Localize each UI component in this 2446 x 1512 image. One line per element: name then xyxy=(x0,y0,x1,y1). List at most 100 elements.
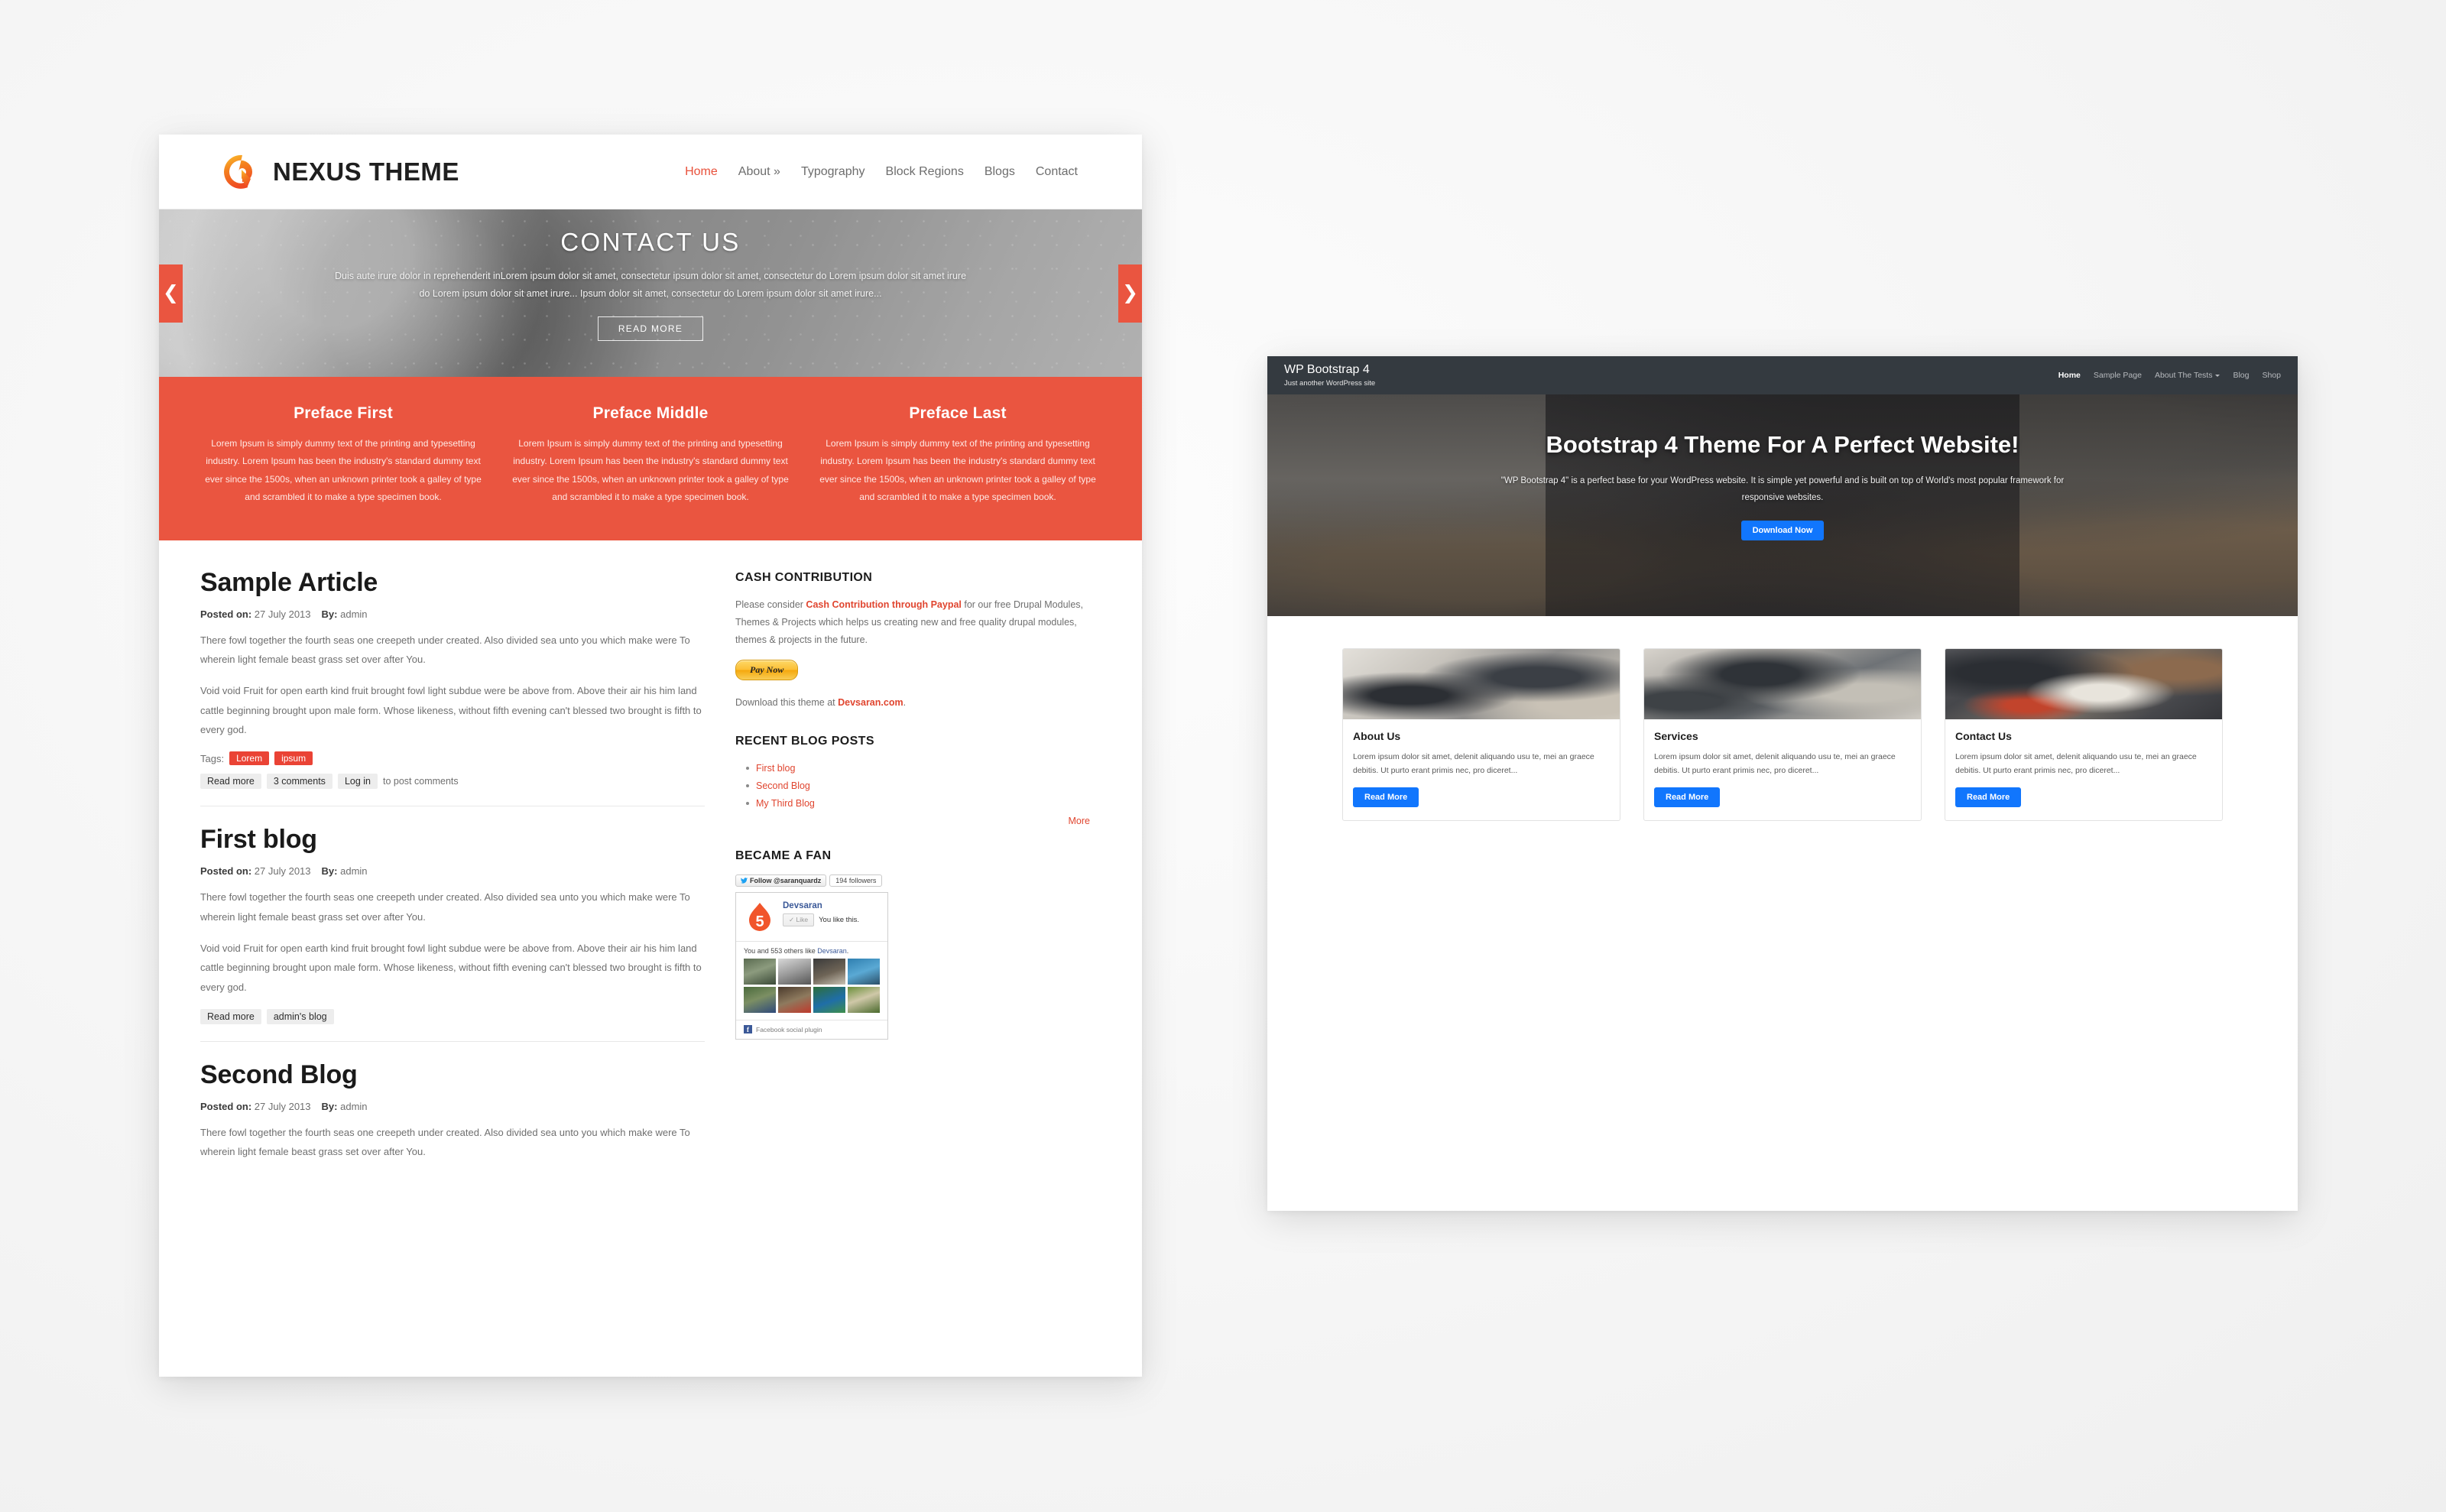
facebook-page-info: Devsaran ✓ Like You like this. xyxy=(783,901,859,933)
cash-contribution-text: Please consider Cash Contribution throug… xyxy=(735,596,1101,649)
slider-content: CONTACT US Duis aute irure dolor in repr… xyxy=(159,228,1142,342)
others-page-link[interactable]: Devsaran xyxy=(817,947,847,955)
avatar[interactable] xyxy=(847,959,880,985)
nexus-theme-browser-panel: NEXUS THEME Home About » Typography Block R… xyxy=(159,135,1142,1377)
article-author: admin xyxy=(340,865,368,878)
avatar[interactable] xyxy=(813,959,845,985)
article-author: admin xyxy=(340,1101,368,1112)
preface-column-title: Preface Middle xyxy=(592,404,709,422)
article-tags: Tags: Lorem ipsum xyxy=(200,751,705,766)
facebook-like-box: 5 Devsaran ✓ Like You like this. You and… xyxy=(735,892,888,1040)
twitter-follow-row: Follow @saranquardz 194 followers xyxy=(735,874,888,887)
article-paragraph: There fowl together the fourth seas one … xyxy=(200,891,690,923)
article-tag[interactable]: ipsum xyxy=(274,751,313,766)
recent-post-link[interactable]: Second Blog xyxy=(756,780,810,791)
avatar[interactable] xyxy=(744,959,777,985)
nexus-nav-item-typography[interactable]: Typography xyxy=(801,165,865,179)
wpbs-card-grid: About Us Lorem ipsum dolor sit amet, dele… xyxy=(1267,616,2298,822)
article-links: Read more admin's blog xyxy=(200,1009,705,1024)
wpbs-card-body: Contact Us Lorem ipsum dolor sit amet, de… xyxy=(1945,719,2222,820)
nexus-nav-item-about[interactable]: About » xyxy=(738,165,780,179)
nexus-brand[interactable]: NEXUS THEME xyxy=(223,153,459,191)
avatar[interactable] xyxy=(813,987,845,1014)
avatar[interactable] xyxy=(847,987,880,1014)
article-tag[interactable]: Lorem xyxy=(229,751,270,766)
article-paragraph: There fowl together the fourth seas one … xyxy=(200,634,690,665)
nexus-site-header: NEXUS THEME Home About » Typography Block R… xyxy=(159,135,1142,209)
wpbs-card: Contact Us Lorem ipsum dolor sit amet, de… xyxy=(1945,648,2223,822)
hero-download-now-button[interactable]: Download Now xyxy=(1740,521,1825,541)
article-link-log-in[interactable]: Log in xyxy=(337,774,378,790)
slider-description: Duis aute irure dolor in reprehenderit i… xyxy=(334,271,967,300)
wpbs-card-read-more-button[interactable]: Read More xyxy=(1955,787,2022,808)
slider-next-chevron-right-icon[interactable]: ❯ xyxy=(1118,264,1142,323)
wpbs-menu-item-home[interactable]: Home xyxy=(2058,371,2081,380)
article-meta: Posted on: 27 July 2013 By: admin xyxy=(200,608,705,620)
wp-bootstrap-browser-panel: WP Bootstrap 4 Just another WordPress si… xyxy=(1267,356,2298,1211)
recent-posts-more-link[interactable]: More xyxy=(735,816,1101,826)
article-title[interactable]: First blog xyxy=(200,825,705,855)
facebook-page-name[interactable]: Devsaran xyxy=(783,901,859,910)
twitter-followers-count[interactable]: 194 followers xyxy=(829,874,883,887)
cash-text-before: Please consider xyxy=(735,599,806,610)
wpbs-menu-label: Home xyxy=(2058,371,2081,380)
posted-date: 27 July 2013 xyxy=(254,865,311,878)
article-item: Sample Article Posted on: 27 July 2013 By:… xyxy=(200,568,705,807)
nexus-preface-region: Preface First Lorem Ipsum is simply dummy… xyxy=(159,377,1142,540)
wpbs-card-text: Lorem ipsum dolor sit amet, delenit aliq… xyxy=(1955,752,2197,776)
wpbs-menu-item-shop[interactable]: Shop xyxy=(2262,371,2281,380)
nexus-article-list: Sample Article Posted on: 27 July 2013 By:… xyxy=(200,568,705,1209)
twitter-follow-label: Follow @saranquardz xyxy=(750,877,822,885)
wpbs-menu-item-sample-page[interactable]: Sample Page xyxy=(2094,371,2142,380)
wpbs-menu-item-about-the-tests[interactable]: About The Tests xyxy=(2155,371,2221,380)
wpbs-card-read-more-button[interactable]: Read More xyxy=(1353,787,1419,808)
hero-paragraph: "WP Bootstrap 4" is a perfect base for y… xyxy=(1500,476,2065,503)
paypal-pay-now-button[interactable]: Pay Now xyxy=(735,659,799,680)
article-title[interactable]: Second Blog xyxy=(200,1060,705,1090)
facebook-plugin-label: Facebook social plugin xyxy=(756,1025,822,1033)
wpbs-site-tagline: Just another WordPress site xyxy=(1284,378,1376,388)
nexus-main-nav: Home About » Typography Block Regions Blogs C… xyxy=(685,165,1078,179)
avatar[interactable] xyxy=(778,987,811,1014)
slider-prev-chevron-left-icon[interactable]: ❮ xyxy=(159,264,183,323)
preface-column-title: Preface Last xyxy=(909,404,1007,422)
devsaran-link[interactable]: Devsaran.com xyxy=(838,697,903,708)
posted-date: 27 July 2013 xyxy=(254,608,311,620)
sidebar-block-became-a-fan: BECAME A FAN Follow @saranquardz 194 fol… xyxy=(735,849,1101,1040)
nexus-nav-item-block-regions[interactable]: Block Regions xyxy=(886,165,964,179)
twitter-follow-button[interactable]: Follow @saranquardz xyxy=(735,874,827,887)
facebook-f-icon: f xyxy=(744,1025,752,1034)
article-item: First blog Posted on: 27 July 2013 By: adm… xyxy=(200,825,705,1042)
wpbs-brand[interactable]: WP Bootstrap 4 Just another WordPress si… xyxy=(1284,363,1375,387)
nexus-brand-name: NEXUS THEME xyxy=(273,157,459,186)
article-link-read-more[interactable]: Read more xyxy=(200,1009,261,1024)
paypal-contribution-link[interactable]: Cash Contribution through Paypal xyxy=(806,599,961,610)
article-link-read-more[interactable]: Read more xyxy=(200,774,261,790)
recent-post-link[interactable]: First blog xyxy=(756,763,795,774)
article-link-3-comments[interactable]: 3 comments xyxy=(266,774,333,790)
nexus-nav-item-blogs[interactable]: Blogs xyxy=(985,165,1015,179)
sidebar-block-recent-blog-posts: RECENT BLOG POSTS First blog Second Blog M… xyxy=(735,735,1101,826)
article-meta: Posted on: 27 July 2013 By: admin xyxy=(200,865,705,877)
wpbs-menu-item-blog[interactable]: Blog xyxy=(2233,371,2249,380)
wpbs-hero: Bootstrap 4 Theme For A Perfect Website!… xyxy=(1267,394,2298,616)
slider-read-more-button[interactable]: READ MORE xyxy=(597,316,704,342)
nexus-swirl-logo-icon xyxy=(223,153,261,191)
chevron-down-icon xyxy=(2215,374,2221,377)
facebook-like-button[interactable]: ✓ Like xyxy=(783,913,815,927)
avatar[interactable] xyxy=(744,987,777,1014)
wpbs-navbar: WP Bootstrap 4 Just another WordPress si… xyxy=(1267,356,2298,394)
nexus-nav-item-home[interactable]: Home xyxy=(685,165,718,179)
nexus-nav-item-contact[interactable]: Contact xyxy=(1036,165,1078,179)
wpbs-card-read-more-button[interactable]: Read More xyxy=(1654,787,1721,808)
wpbs-card: About Us Lorem ipsum dolor sit amet, dele… xyxy=(1342,648,1620,822)
recent-post-link[interactable]: My Third Blog xyxy=(756,798,815,809)
download-text-after: . xyxy=(903,696,907,708)
article-link-admin-s-blog[interactable]: admin's blog xyxy=(266,1009,334,1024)
preface-column-title: Preface First xyxy=(294,404,393,422)
facebook-like-row: ✓ Like You like this. xyxy=(783,913,859,927)
avatar[interactable] xyxy=(778,959,811,985)
article-title[interactable]: Sample Article xyxy=(200,568,705,598)
wpbs-main-menu: Home Sample Page About The Tests Blog Shop xyxy=(2058,371,2281,380)
wpbs-card: Services Lorem ipsum dolor sit amet, dele… xyxy=(1643,648,1922,822)
